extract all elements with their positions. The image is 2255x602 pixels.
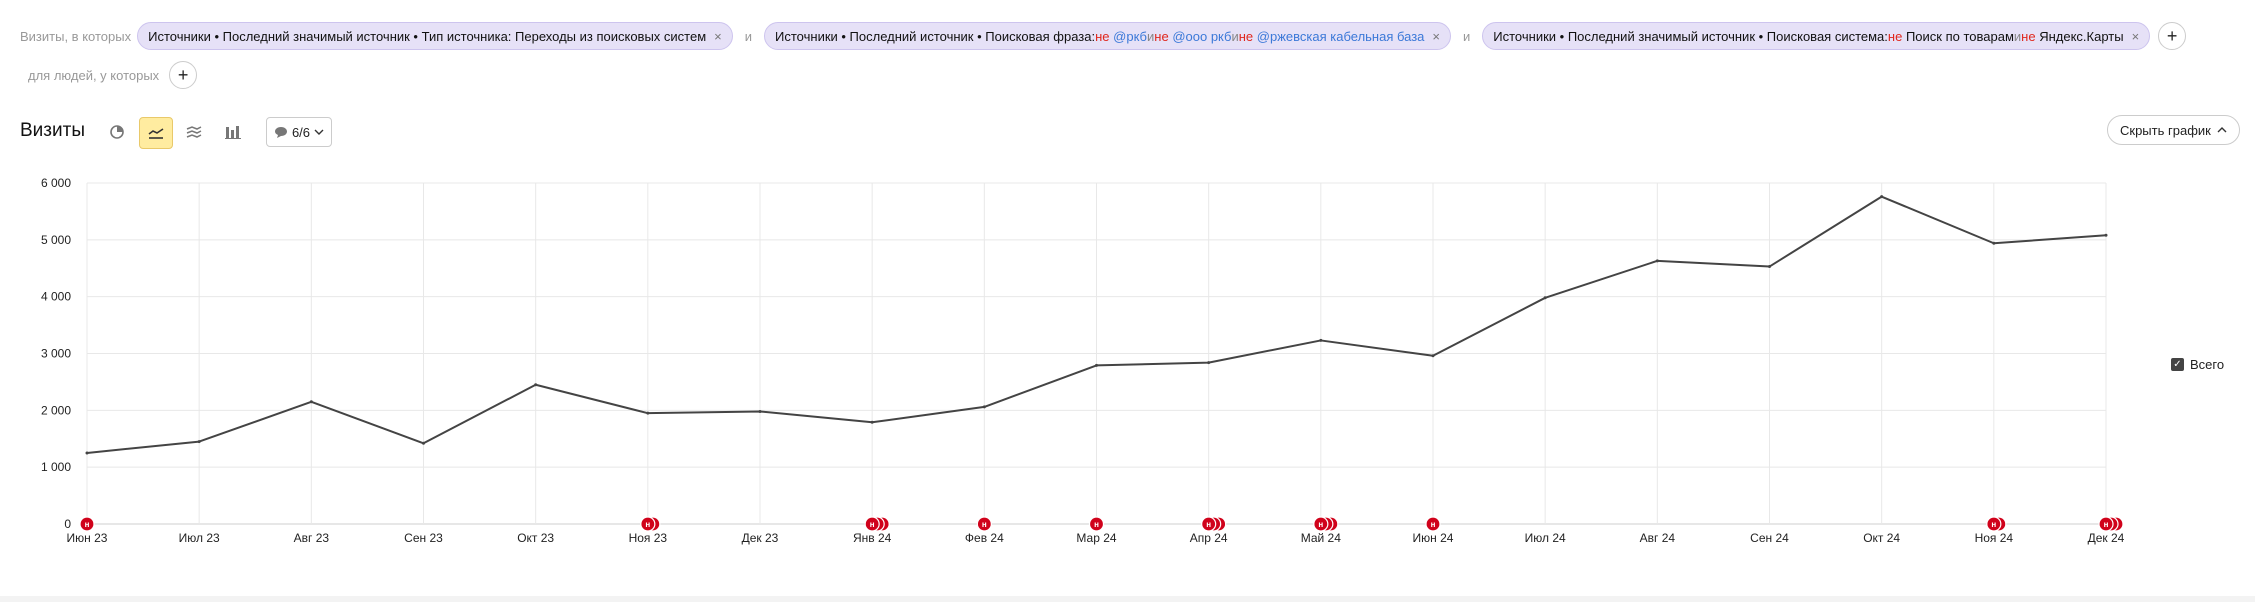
x-tick-label: Ноя 23 [629,531,668,545]
legend-label: Всего [2190,357,2225,372]
y-tick-label: 2 000 [41,403,71,417]
annotation-marker-label: н [870,520,875,529]
data-point [646,411,650,415]
annotation-marker-label: н [1094,520,1099,529]
data-point [1992,241,1996,245]
visits-line-chart: 0 1 000 2 000 3 000 4 000 5 000 6 000 Июн 23 Июл… [41,176,2125,545]
y-tick-label: 1 000 [41,460,71,474]
data-point [1431,354,1435,358]
annotation-marker-label: н [2104,520,2109,529]
x-tick-label: Сен 23 [404,531,443,545]
y-tick-label: 3 000 [41,347,71,361]
x-tick-label: Дек 23 [742,531,779,545]
data-point [1319,338,1323,342]
data-point [1655,259,1659,263]
annotation-marker-label: н [982,520,987,529]
data-point [982,405,986,409]
y-tick-label: 4 000 [41,290,71,304]
data-point [1768,265,1771,269]
x-tick-label: Окт 24 [1863,531,1900,545]
data-point [197,440,201,444]
data-point [309,400,313,404]
data-point [1207,361,1211,365]
x-tick-label: Апр 24 [1190,531,1228,545]
x-tick-label: Янв 24 [853,531,892,545]
annotation-marker-label: н [1991,520,1996,529]
x-tick-label: Июн 23 [67,531,108,545]
data-point [758,409,762,413]
data-point [534,383,538,387]
annotation-marker-label: н [1318,520,1323,529]
checkbox-checked-icon[interactable]: ✓ [2171,358,2184,371]
annotation-marker-label: н [1206,520,1211,529]
x-tick-label: Авг 23 [294,531,330,545]
x-tick-label: Июн 24 [1413,531,1454,545]
x-tick-label: Дек 24 [2088,531,2125,545]
x-tick-label: Авг 24 [1640,531,1676,545]
x-tick-label: Ноя 24 [1975,531,2014,545]
y-tick-label: 5 000 [41,233,71,247]
data-point [2104,233,2108,237]
data-point [1095,363,1098,367]
data-point [85,451,89,455]
legend-item-total[interactable]: ✓ Всего [2171,357,2224,372]
annotation-marker-label: н [645,520,650,529]
annotation-marker-label: н [1431,520,1436,529]
y-tick-label: 6 000 [41,176,71,190]
annotation-marker-label: н [85,520,90,529]
x-tick-label: Май 24 [1301,531,1342,545]
data-point [1543,296,1547,300]
x-tick-label: Окт 23 [517,531,554,545]
x-tick-label: Сен 24 [1750,531,1789,545]
x-tick-label: Фев 24 [965,531,1004,545]
data-point [870,420,874,424]
page-footer-divider [0,596,2255,602]
x-tick-label: Мар 24 [1076,531,1116,545]
data-point [1880,195,1884,199]
x-tick-label: Июл 23 [179,531,220,545]
data-point [422,441,425,445]
y-tick-label: 0 [64,517,71,531]
x-tick-label: Июл 24 [1525,531,1566,545]
